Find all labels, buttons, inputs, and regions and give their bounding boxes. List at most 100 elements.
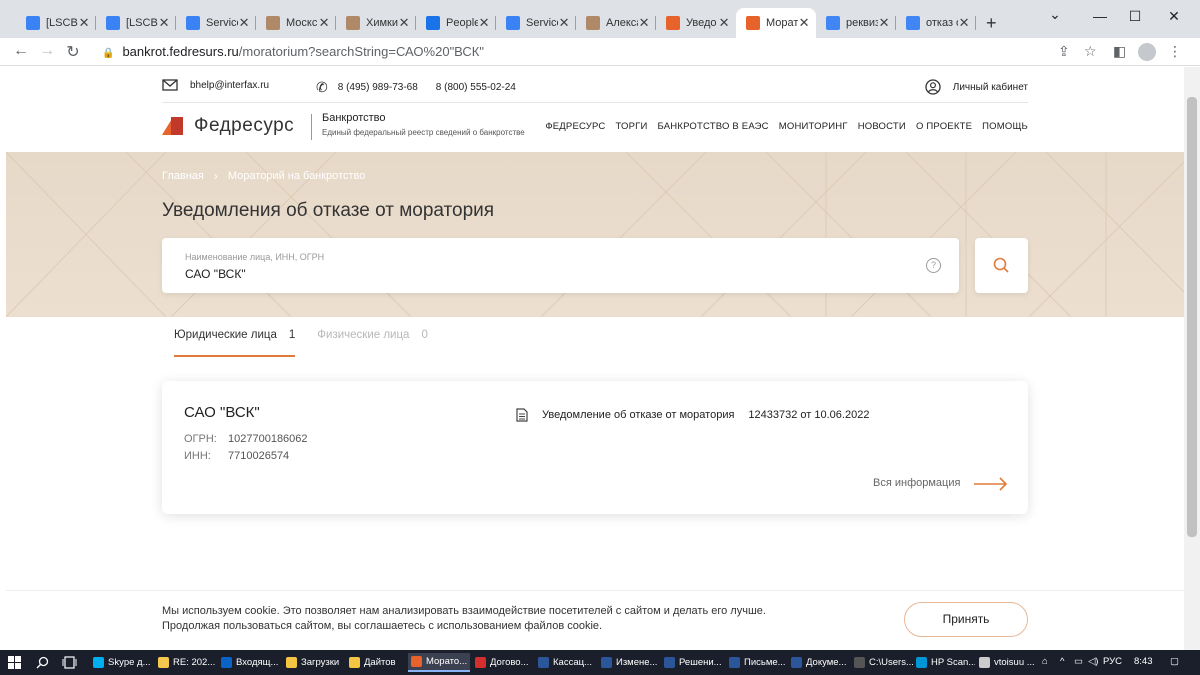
tab-count: 1	[288, 329, 296, 341]
forward-icon[interactable]: →	[38, 42, 56, 60]
app-icon	[221, 657, 232, 668]
nav-torgi[interactable]: ТОРГИ	[615, 121, 647, 132]
close-tab-icon[interactable]: ✕	[558, 15, 570, 31]
browser-tab[interactable]: Алекса✕	[576, 8, 656, 38]
nav-news[interactable]: НОВОСТИ	[858, 121, 906, 132]
browser-tab[interactable]: отказ о✕	[896, 8, 976, 38]
tab-search-icon[interactable]: ⌄	[1045, 6, 1065, 23]
accept-cookie-button[interactable]: Принять	[904, 602, 1028, 637]
browser-tab[interactable]: People ✕	[416, 8, 496, 38]
taskbar-app-label: C:\Users...	[869, 657, 913, 668]
minimize-button[interactable]: —	[1090, 8, 1110, 24]
taskbar-app[interactable]: Входящ...	[218, 653, 280, 672]
maximize-button[interactable]: ☐	[1125, 8, 1145, 25]
taskbar-app[interactable]: Письме...	[726, 653, 788, 672]
phone-tollfree[interactable]: 8 (800) 555-02-24	[436, 82, 516, 93]
close-tab-icon[interactable]: ✕	[638, 15, 650, 31]
taskbar-app-label: Измене...	[616, 657, 658, 668]
close-tab-icon[interactable]: ✕	[398, 15, 410, 31]
close-tab-icon[interactable]: ✕	[718, 15, 730, 31]
browser-tab[interactable]: Service✕	[176, 8, 256, 38]
taskbar-app[interactable]: Дайтов	[346, 653, 408, 672]
close-tab-icon[interactable]: ✕	[878, 15, 890, 31]
browser-tab[interactable]: Морат ✕	[736, 8, 816, 38]
phone-moscow[interactable]: 8 (495) 989-73-68	[338, 82, 418, 93]
browser-tab[interactable]: Химкин✕	[336, 8, 416, 38]
taskbar-app[interactable]: Загрузки	[283, 653, 345, 672]
close-tab-icon[interactable]: ✕	[958, 15, 970, 31]
arrow-right-icon[interactable]	[974, 477, 1008, 491]
ogrn-row: ОГРН: 1027700186062	[184, 433, 308, 445]
tray-people-icon[interactable]: ⌂	[1042, 656, 1048, 667]
favicon-icon	[106, 16, 120, 30]
nav-bankruptcy-eaeu[interactable]: БАНКРОТСТВО В ЕАЭС	[658, 121, 769, 132]
browser-menu-icon[interactable]: ⋮	[1168, 43, 1182, 60]
browser-tab[interactable]: реквиз ✕	[816, 8, 896, 38]
nav-about[interactable]: О ПРОЕКТЕ	[916, 121, 972, 132]
tray-expand-icon[interactable]: ^	[1060, 656, 1064, 667]
close-tab-icon[interactable]: ✕	[318, 15, 330, 31]
breadcrumb-home[interactable]: Главная	[162, 170, 204, 182]
address-bar[interactable]: 🔒 bankrot.fedresurs.ru/moratorium?searchS…	[102, 44, 484, 59]
windows-start-icon[interactable]	[8, 656, 21, 669]
tab-title: [LSCBU	[46, 17, 78, 29]
support-email[interactable]: bhelp@interfax.ru	[190, 80, 269, 91]
side-panel-icon[interactable]: ◧	[1113, 43, 1126, 60]
taskbar-app[interactable]: Морато...	[408, 653, 470, 672]
browser-tab[interactable]: [LSCBU✕	[96, 8, 176, 38]
taskbar-app[interactable]: RE: 202...	[155, 653, 217, 672]
tab-individuals[interactable]: Физические лица 0	[317, 329, 428, 357]
close-window-button[interactable]: ✕	[1164, 8, 1184, 25]
share-icon[interactable]: ⇪	[1058, 43, 1070, 60]
browser-tab[interactable]: Москс ✕	[256, 8, 336, 38]
keyboard-language[interactable]: РУС	[1103, 656, 1122, 667]
close-tab-icon[interactable]: ✕	[798, 15, 810, 31]
all-info-link[interactable]: Вся информация	[873, 477, 960, 489]
search-icon[interactable]	[36, 656, 49, 669]
favicon-icon	[186, 16, 200, 30]
favicon-icon	[346, 16, 360, 30]
profile-avatar[interactable]	[1138, 43, 1156, 61]
nav-monitoring[interactable]: МОНИТОРИНГ	[779, 121, 848, 132]
taskbar-app[interactable]: Докуме...	[788, 653, 850, 672]
app-icon	[664, 657, 675, 668]
back-icon[interactable]: ←	[12, 42, 30, 60]
taskbar-app[interactable]: HP Scan...	[913, 653, 975, 672]
tab-title: Москс	[286, 17, 318, 29]
notifications-icon[interactable]: ▢	[1170, 656, 1179, 667]
close-tab-icon[interactable]: ✕	[78, 15, 90, 31]
taskbar-app[interactable]: Skype д...	[90, 653, 152, 672]
taskbar-app[interactable]: Кассац...	[535, 653, 597, 672]
breadcrumb-current[interactable]: Мораторий на банкротство	[228, 170, 365, 182]
task-view-icon[interactable]	[62, 656, 77, 669]
nav-help[interactable]: ПОМОЩЬ	[982, 121, 1028, 132]
bookmark-star-icon[interactable]: ☆	[1084, 43, 1097, 60]
taskbar-app[interactable]: C:\Users...	[851, 653, 913, 672]
nav-fedresurs[interactable]: ФЕДРЕСУРС	[545, 121, 605, 132]
help-question-icon[interactable]: ?	[926, 258, 941, 273]
taskbar-app[interactable]: vtoisuu ...	[976, 653, 1038, 672]
network-icon[interactable]: ▭	[1074, 656, 1083, 667]
volume-icon[interactable]: ◁)	[1088, 656, 1098, 667]
clock[interactable]: 8:43	[1134, 656, 1153, 667]
taskbar-app[interactable]: Догово...	[472, 653, 534, 672]
browser-tab[interactable]: [LSCBU✕	[16, 8, 96, 38]
page-scrollbar[interactable]	[1184, 67, 1200, 650]
search-field[interactable]: Наименование лица, ИНН, ОГРН САО "ВСК" ?	[162, 238, 959, 293]
taskbar-app[interactable]: Решени...	[661, 653, 723, 672]
reload-icon[interactable]: ↻	[64, 42, 82, 62]
new-tab-button[interactable]: +	[986, 13, 997, 34]
taskbar-app[interactable]: Измене...	[598, 653, 660, 672]
site-logo[interactable]: Федресурс Банкротство Единый федеральный…	[162, 112, 525, 140]
personal-cabinet-link[interactable]: Личный кабинет	[953, 82, 1028, 93]
search-button[interactable]	[975, 238, 1028, 293]
tab-legal-entities[interactable]: Юридические лица 1	[174, 329, 296, 357]
close-tab-icon[interactable]: ✕	[478, 15, 490, 31]
search-input[interactable]: САО "ВСК"	[185, 267, 246, 281]
close-tab-icon[interactable]: ✕	[158, 15, 170, 31]
close-tab-icon[interactable]: ✕	[238, 15, 250, 31]
notice-link[interactable]: Уведомление об отказе от моратория 12433…	[516, 408, 869, 422]
browser-tab[interactable]: Уведо ✕	[656, 8, 736, 38]
company-name[interactable]: САО "ВСК"	[184, 404, 260, 421]
browser-tab[interactable]: Service✕	[496, 8, 576, 38]
